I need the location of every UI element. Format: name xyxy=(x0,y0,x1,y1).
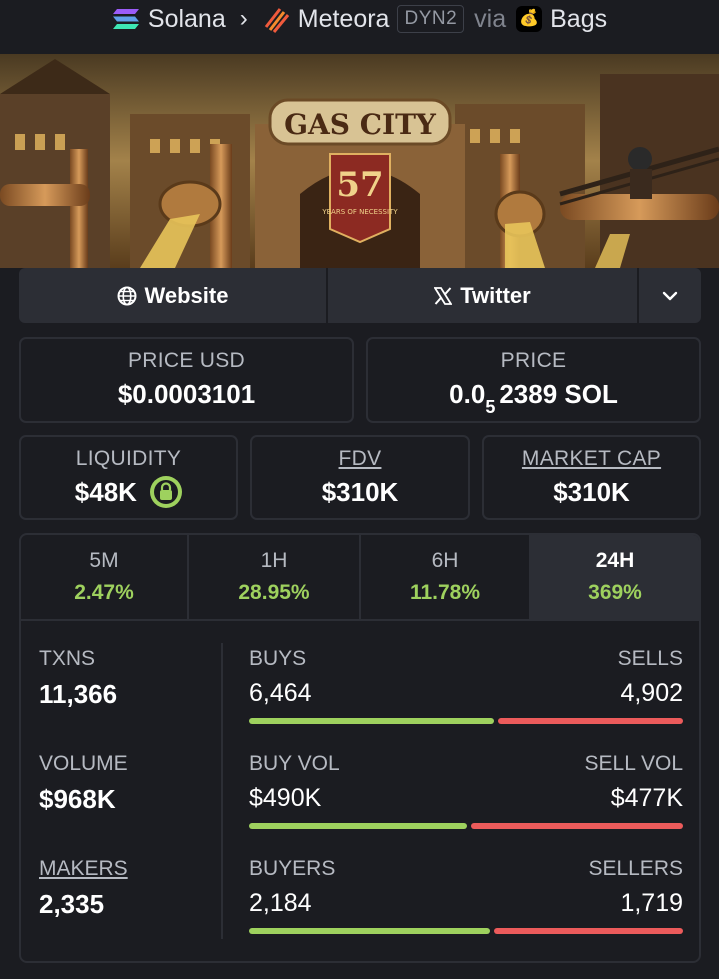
price-usd-value: $0.0003101 xyxy=(117,379,256,409)
buys-sells-row: BUYS SELLS 6,464 4,902 xyxy=(249,647,683,724)
liquidity-value: $48K xyxy=(74,477,137,507)
globe-icon xyxy=(117,286,137,305)
txns-label: TXNS xyxy=(39,647,96,670)
liquidity-value-row: $48K xyxy=(21,476,236,510)
tab-5m[interactable]: 5M 2.47% xyxy=(21,535,189,619)
buy-vol-value: $490K xyxy=(249,784,322,812)
chevron-down-icon xyxy=(662,291,678,300)
volume-label: VOLUME xyxy=(39,752,128,775)
fdv-card: FDV $310K xyxy=(250,435,470,520)
price-native-card: PRICE 0.05 2389 SOL xyxy=(366,337,701,423)
meteora-icon xyxy=(264,8,289,33)
period-change: 28.95% xyxy=(238,581,310,604)
sells-label: SELLS xyxy=(617,647,683,670)
volume-ratio-bar xyxy=(249,823,683,829)
liquidity-label: LIQUIDITY xyxy=(75,447,182,470)
tab-24h[interactable]: 24H 369% xyxy=(531,535,699,619)
twitter-label: Twitter xyxy=(460,282,531,308)
makers-metric: MAKERS 2,335 xyxy=(39,857,128,920)
website-label: Website xyxy=(144,282,229,308)
dex-link[interactable]: Meteora xyxy=(298,5,390,34)
chain-link[interactable]: Solana xyxy=(148,5,226,34)
market-cap-label[interactable]: MARKET CAP xyxy=(484,447,699,471)
buys-sells-ratio-bar xyxy=(249,718,683,724)
banner-sign-text: GAS CITY xyxy=(284,108,437,141)
column-divider xyxy=(221,643,223,939)
buy-vol-label: BUY VOL xyxy=(249,752,340,775)
money-bag-icon: 💰 xyxy=(516,6,543,32)
buys-value: 6,464 xyxy=(249,679,312,707)
price-usd-label: PRICE USD xyxy=(127,349,246,372)
liquidity-card: LIQUIDITY $48K xyxy=(19,435,238,520)
sellers-label: SELLERS xyxy=(588,857,683,880)
price-native-suffix: 2389 SOL xyxy=(499,379,618,409)
twitter-button[interactable]: Twitter xyxy=(328,268,639,323)
sellers-bar xyxy=(494,928,683,934)
solana-icon xyxy=(112,9,139,29)
chevron-right-icon: › xyxy=(239,5,248,32)
via-label: via xyxy=(474,4,507,33)
period-label: 5M xyxy=(89,549,119,572)
period-change: 2.47% xyxy=(74,581,134,604)
period-change: 369% xyxy=(588,581,642,604)
fdv-label[interactable]: FDV xyxy=(252,447,468,471)
lock-icon[interactable] xyxy=(150,476,183,509)
pool-type-badge: DYN2 xyxy=(397,5,465,33)
volume-value: $968K xyxy=(39,784,116,814)
buys-label: BUYS xyxy=(249,647,307,670)
fdv-value: $310K xyxy=(321,477,399,507)
token-banner-image: GAS CITY 57 YEARS OF NECESSITY xyxy=(0,54,719,268)
price-native-zero-count: 5 xyxy=(485,397,496,418)
website-button[interactable]: Website xyxy=(19,268,328,323)
buyers-value: 2,184 xyxy=(249,889,312,917)
buy-bar xyxy=(249,718,494,724)
price-usd-card: PRICE USD $0.0003101 xyxy=(19,337,354,423)
market-cap-card: MARKET CAP $310K xyxy=(482,435,701,520)
sell-bar xyxy=(498,718,683,724)
buy-vol-bar xyxy=(249,823,467,829)
price-native-label: PRICE xyxy=(500,349,567,372)
price-native-value: 0.05 2389 SOL xyxy=(368,379,699,418)
more-links-button[interactable] xyxy=(639,268,701,323)
buyers-bar xyxy=(249,928,490,934)
volume-split-row: BUY VOL SELL VOL $490K $477K xyxy=(249,752,683,829)
sells-value: 4,902 xyxy=(620,679,683,707)
period-label: 24H xyxy=(595,549,635,572)
makers-value: 2,335 xyxy=(39,889,105,919)
txns-value: 11,366 xyxy=(39,679,118,709)
banner-flag-number: 57 xyxy=(336,165,383,205)
period-label: 6H xyxy=(431,549,459,572)
volume-metric: VOLUME $968K xyxy=(39,752,128,815)
sell-vol-bar xyxy=(471,823,683,829)
period-change: 11.78% xyxy=(409,581,481,604)
tab-6h[interactable]: 6H 11.78% xyxy=(361,535,531,619)
txns-metric: TXNS 11,366 xyxy=(39,647,117,710)
sell-vol-label: SELL VOL xyxy=(584,752,683,775)
buyers-sellers-row: BUYERS SELLERS 2,184 1,719 xyxy=(249,857,683,934)
buyers-ratio-bar xyxy=(249,928,683,934)
banner-flag-subtitle: YEARS OF NECESSITY xyxy=(321,208,398,216)
launchpad-link[interactable]: Bags xyxy=(550,5,607,34)
trading-stats-panel: 5M 2.47% 1H 28.95% 6H 11.78% 24H 369% TX… xyxy=(19,533,701,963)
period-label: 1H xyxy=(260,549,288,572)
sell-vol-value: $477K xyxy=(610,784,683,812)
price-native-prefix: 0.0 xyxy=(449,379,486,409)
market-cap-value: $310K xyxy=(553,477,630,507)
x-logo-icon xyxy=(434,286,453,305)
makers-label[interactable]: MAKERS xyxy=(39,857,128,881)
tab-1h[interactable]: 1H 28.95% xyxy=(189,535,361,619)
breadcrumb: Solana › Meteora DYN2 via 💰 Bags xyxy=(0,0,719,54)
period-tabs: 5M 2.47% 1H 28.95% 6H 11.78% 24H 369% xyxy=(21,535,699,621)
social-links-bar: Website Twitter xyxy=(19,268,701,323)
sellers-value: 1,719 xyxy=(620,889,683,917)
buyers-label: BUYERS xyxy=(249,857,336,880)
